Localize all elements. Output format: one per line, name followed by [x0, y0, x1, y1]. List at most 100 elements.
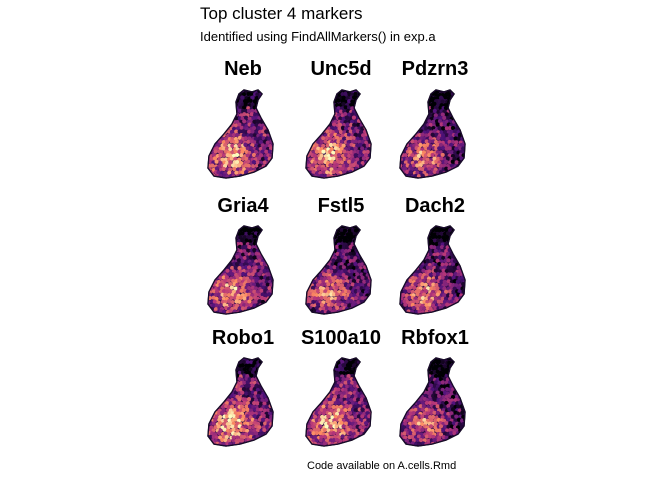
expression-spot — [403, 106, 408, 111]
expression-spot — [357, 173, 363, 178]
expression-spot — [467, 313, 471, 316]
expression-spot — [218, 99, 223, 104]
expression-spot — [446, 258, 451, 263]
expression-spot — [470, 123, 472, 127]
expression-spot — [368, 245, 371, 250]
expression-spot — [276, 442, 280, 446]
expression-spot — [357, 374, 362, 379]
expression-spot — [365, 109, 370, 114]
expression-spot — [274, 425, 278, 429]
expression-spot — [255, 309, 260, 314]
expression-spot — [404, 367, 409, 372]
expression-spot — [306, 310, 307, 314]
expression-spot — [208, 136, 211, 141]
expression-spot — [366, 95, 371, 101]
expression-spot — [377, 245, 378, 249]
expression-spot — [229, 373, 234, 378]
expression-spot — [449, 370, 455, 375]
expression-spot — [409, 265, 414, 270]
expression-spot — [369, 370, 371, 375]
expression-spot — [407, 228, 412, 233]
expression-spot — [258, 99, 264, 104]
expression-spot — [275, 143, 279, 147]
expression-spot — [243, 313, 248, 314]
expression-spot — [432, 278, 437, 283]
expression-spot — [403, 255, 409, 260]
expression-spot — [456, 108, 461, 113]
expression-spot — [306, 407, 311, 412]
expression-spot — [365, 445, 370, 446]
expression-spot — [346, 176, 351, 178]
expression-spot — [276, 133, 280, 137]
expression-spot — [248, 255, 253, 260]
expression-spot — [243, 176, 248, 178]
expression-spot — [220, 390, 226, 396]
expression-spot — [325, 90, 330, 94]
expression-spot — [373, 116, 377, 120]
expression-spot — [372, 272, 376, 276]
expression-spot — [313, 366, 318, 372]
expression-spot — [306, 268, 311, 274]
expression-spot — [340, 367, 345, 372]
expression-spot — [263, 309, 268, 314]
expression-spot — [403, 248, 409, 253]
expression-spot — [353, 414, 358, 419]
expression-spot — [208, 400, 213, 405]
expression-spot — [374, 93, 378, 97]
expression-spot — [454, 242, 460, 247]
expression-spot — [226, 95, 231, 100]
expression-spot — [459, 176, 464, 178]
expression-spot — [273, 408, 277, 412]
expression-spot — [259, 173, 264, 178]
expression-spot — [419, 115, 424, 120]
expression-spot — [220, 231, 225, 236]
expression-spot — [451, 234, 456, 239]
expression-spot — [364, 249, 369, 254]
expression-spot — [468, 297, 472, 301]
expression-spot — [327, 377, 333, 383]
expression-spot — [214, 93, 219, 98]
expression-spot — [376, 177, 378, 180]
expression-spot — [456, 377, 462, 383]
expression-spot — [208, 380, 210, 385]
expression-spot — [219, 376, 225, 381]
expression-spot — [268, 373, 273, 378]
expression-spot — [311, 445, 316, 446]
expression-spot — [267, 358, 272, 361]
expression-spot — [373, 370, 377, 374]
expression-spot — [425, 258, 430, 263]
expression-spot — [213, 239, 218, 244]
expression-spot — [410, 92, 415, 97]
expression-spot — [460, 163, 465, 169]
expression-spot — [216, 431, 222, 436]
expression-spot — [208, 401, 209, 406]
expression-spot — [215, 228, 220, 233]
expression-spot — [271, 397, 273, 403]
expression-spot — [357, 241, 362, 246]
expression-spot — [279, 418, 280, 422]
expression-spot — [363, 167, 368, 172]
expression-spot — [321, 149, 326, 154]
expression-spot — [322, 241, 327, 246]
expression-spot — [460, 115, 465, 121]
expression-spot — [208, 238, 211, 243]
expression-spot — [208, 92, 210, 97]
expression-spot — [365, 390, 370, 395]
expression-spot — [374, 147, 378, 151]
expression-spot — [403, 112, 408, 118]
expression-spot — [457, 370, 462, 375]
expression-spot — [262, 380, 267, 385]
expression-spot — [370, 126, 371, 131]
expression-spot — [466, 371, 470, 375]
expression-spot — [470, 293, 472, 297]
expression-spot — [306, 407, 308, 412]
expression-spot — [400, 238, 403, 243]
feature-plot-rbfox1 — [398, 356, 472, 448]
expression-spot — [432, 313, 438, 314]
expression-spot — [208, 143, 211, 148]
expression-spot — [259, 374, 264, 379]
expression-spot — [375, 100, 378, 104]
expression-spot — [218, 262, 223, 268]
expression-spot — [371, 161, 375, 165]
expression-spot — [344, 313, 350, 314]
